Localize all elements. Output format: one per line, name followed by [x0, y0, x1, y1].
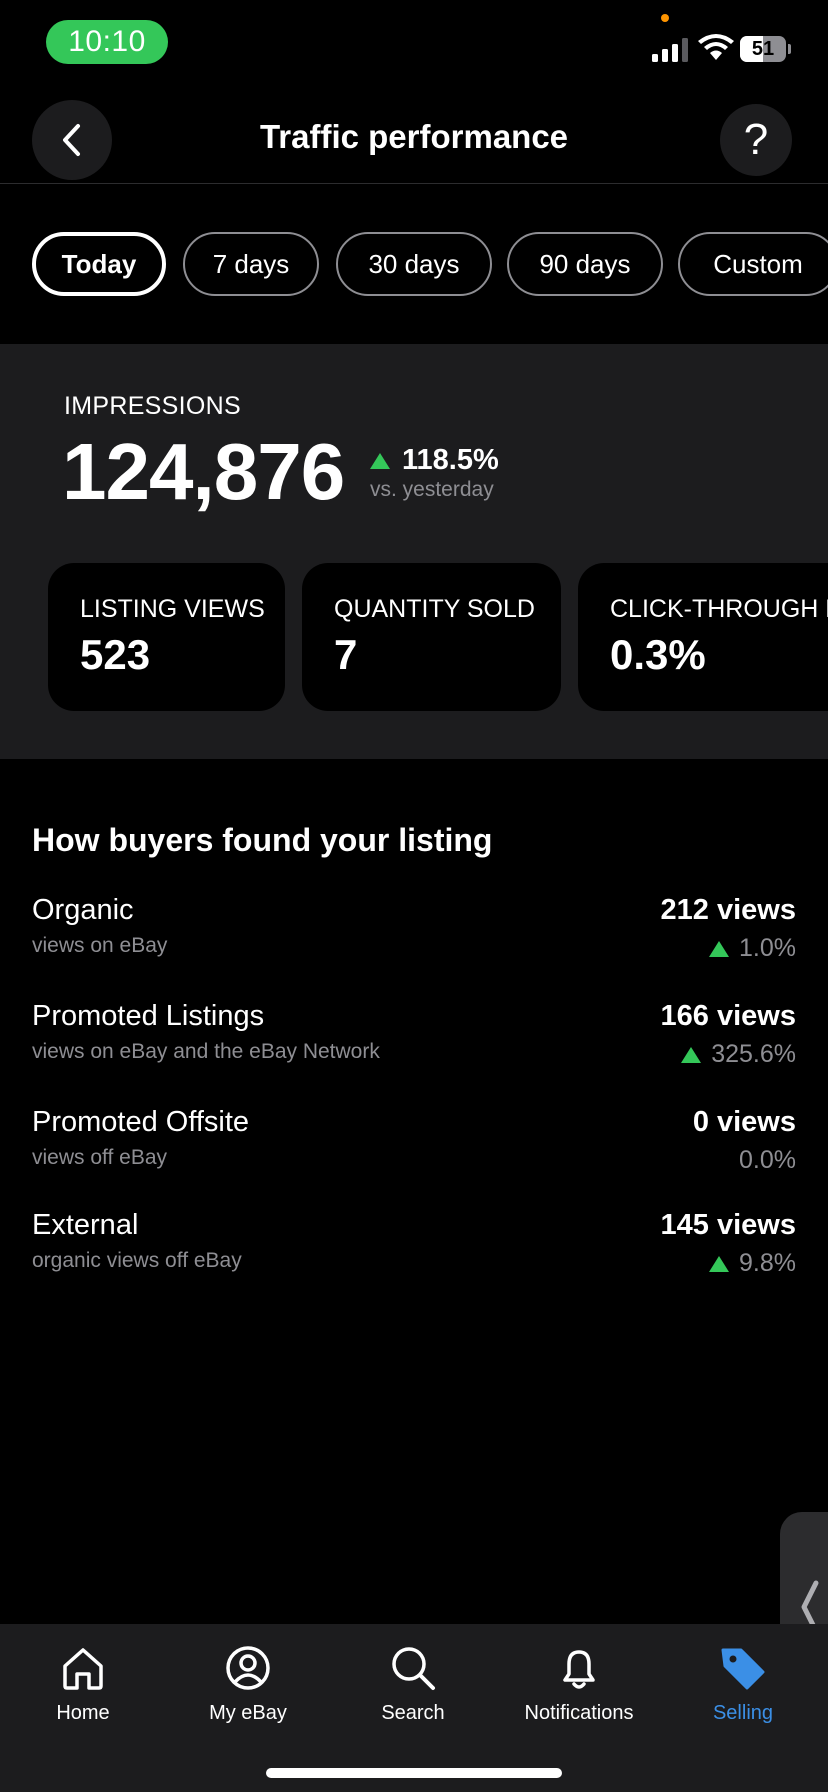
- source-change-value: 1.0%: [739, 934, 796, 962]
- source-change-value: 0.0%: [739, 1146, 796, 1174]
- source-change-value: 9.8%: [739, 1249, 796, 1277]
- bottom-tab-bar: Home My eBay Search Notifications Sellin…: [0, 1624, 828, 1792]
- source-views: 0 views: [692, 1106, 796, 1138]
- tab-label: Notifications: [524, 1702, 634, 1724]
- home-icon: [63, 1648, 103, 1690]
- impressions-label: IMPRESSIONS: [64, 392, 241, 420]
- metric-label: QUANTITY SOLD: [334, 595, 535, 623]
- tab-notifications[interactable]: Notifications: [496, 1642, 662, 1742]
- impressions-change-value: 118.5%: [402, 444, 499, 476]
- impressions-comparison: vs. yesterday: [370, 478, 494, 501]
- date-range-custom[interactable]: Custom: [678, 232, 828, 296]
- bell-icon: [563, 1650, 595, 1689]
- stats-panel: IMPRESSIONS 124,876 118.5% vs. yesterday…: [0, 344, 828, 759]
- battery-icon: 51: [740, 36, 791, 62]
- tab-home[interactable]: Home: [0, 1642, 166, 1742]
- trend-up-icon: [370, 452, 390, 469]
- source-name: Organic: [32, 894, 134, 926]
- metric-value: 523: [80, 631, 151, 678]
- trend-up-icon: [709, 1255, 730, 1272]
- tab-label: My eBay: [209, 1702, 287, 1724]
- source-description: views on eBay: [32, 934, 168, 957]
- metric-card-quantity-sold[interactable]: QUANTITY SOLD 7: [302, 563, 561, 711]
- search-icon: [392, 1647, 435, 1690]
- source-views: 145 views: [660, 1209, 796, 1241]
- trend-up-icon: [709, 940, 730, 957]
- date-range-7-days[interactable]: 7 days: [183, 232, 319, 296]
- metric-value: 0.3%: [610, 631, 706, 678]
- source-description: organic views off eBay: [32, 1249, 242, 1272]
- source-change: 0.0%: [739, 1146, 796, 1175]
- tab-label: Selling: [712, 1702, 774, 1724]
- privacy-indicator-dot: [661, 14, 669, 22]
- metric-label: CLICK-THROUGH RATE: [610, 595, 828, 623]
- source-name: Promoted Offsite: [32, 1106, 250, 1138]
- status-bar: 10:10 51: [0, 0, 828, 90]
- source-change: 1.0%: [709, 934, 796, 963]
- tab-search[interactable]: Search: [330, 1642, 496, 1742]
- home-indicator: [266, 1768, 562, 1778]
- source-row-organic: Organic views on eBay 212 views 1.0%: [32, 894, 796, 984]
- source-change: 325.6%: [681, 1040, 796, 1069]
- metric-value: 7: [334, 631, 358, 678]
- trend-up-icon: [681, 1046, 702, 1063]
- source-name: Promoted Listings: [32, 1000, 265, 1032]
- source-row-external: External organic views off eBay 145 view…: [32, 1209, 796, 1299]
- date-range-30-days[interactable]: 30 days: [336, 232, 492, 296]
- status-time: 10:10: [46, 20, 168, 64]
- impressions-value: 124,876: [62, 427, 345, 516]
- tab-label: Search: [381, 1702, 445, 1724]
- source-row-promoted-listings: Promoted Listings views on eBay and the …: [32, 1000, 796, 1090]
- profile-icon: [226, 1646, 270, 1690]
- source-change: 9.8%: [709, 1249, 796, 1278]
- wifi-icon: [698, 34, 734, 60]
- date-range-90-days[interactable]: 90 days: [507, 232, 663, 296]
- metric-card-listing-views[interactable]: LISTING VIEWS 523: [48, 563, 285, 711]
- source-name: External: [32, 1209, 139, 1241]
- help-button[interactable]: ?: [720, 104, 792, 176]
- battery-percent: 51: [751, 38, 775, 60]
- metric-label: LISTING VIEWS: [80, 595, 265, 623]
- source-description: views off eBay: [32, 1146, 168, 1169]
- source-description: views on eBay and the eBay Network: [32, 1040, 380, 1063]
- impressions-change: 118.5%: [370, 444, 499, 477]
- date-range-today[interactable]: Today: [32, 232, 166, 296]
- top-navigation: Traffic performance ?: [0, 90, 828, 184]
- page-title: Traffic performance: [259, 118, 569, 155]
- source-change-value: 325.6%: [711, 1040, 796, 1068]
- tab-selling[interactable]: Selling: [660, 1642, 826, 1742]
- cellular-signal-icon: [652, 38, 688, 62]
- sources-section-title: How buyers found your listing: [32, 822, 493, 858]
- tag-icon: [721, 1648, 765, 1690]
- tab-my-ebay[interactable]: My eBay: [165, 1642, 331, 1742]
- tab-label: Home: [56, 1702, 110, 1724]
- source-views: 166 views: [660, 1000, 796, 1032]
- source-row-promoted-offsite: Promoted Offsite views off eBay 0 views …: [32, 1106, 796, 1196]
- question-mark-icon: ?: [743, 115, 769, 164]
- source-views: 212 views: [660, 894, 796, 926]
- metric-card-click-through-rate[interactable]: CLICK-THROUGH RATE 0.3%: [578, 563, 828, 711]
